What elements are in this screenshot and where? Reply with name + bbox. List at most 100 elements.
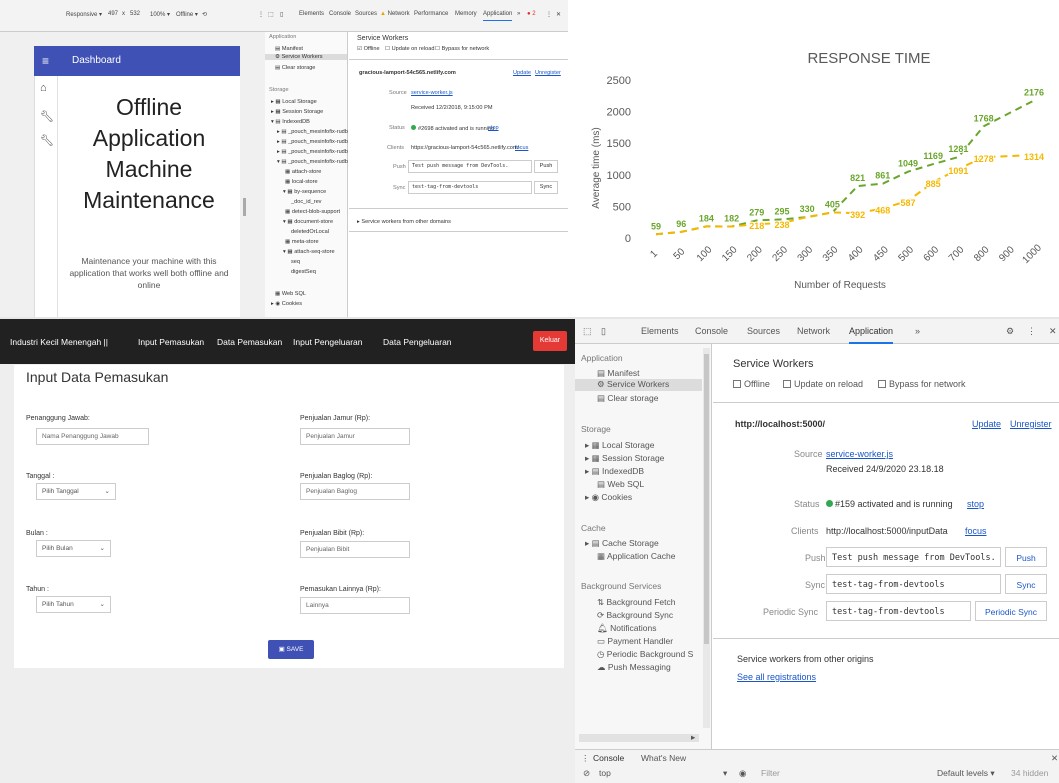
sidebar-item-cache-storage[interactable]: ▸ ▤ Cache Storage [585, 538, 659, 549]
zoom-select[interactable]: 100% ▾ [150, 11, 170, 18]
stop-link[interactable]: stop [488, 125, 499, 131]
periodic-sync-input[interactable]: test-tag-from-devtools [826, 601, 971, 621]
sidebar-item-notifications[interactable]: 🔔︎ Notifications [597, 623, 656, 634]
tanggal-select[interactable]: Pilih Tanggal ⌄ [36, 483, 116, 500]
tab-elements[interactable]: Elements [299, 11, 324, 17]
sidebar-tree-item[interactable]: ▾ ▦ document-store [283, 219, 333, 225]
sidebar-item-local-storage[interactable]: ▸ ▦ Local Storage [585, 440, 654, 451]
other-domains-toggle[interactable]: ▸ Service workers from other domains [357, 219, 451, 225]
sync-input[interactable]: test-tag-from-devtools [826, 574, 1001, 594]
sidebar-tree-item[interactable]: ▸ ▦ Session Storage [271, 109, 323, 115]
bypass-network-checkbox[interactable]: Bypass for network [878, 379, 966, 389]
sidebar-item-service-workers[interactable]: ⚙ Service Workers [265, 54, 347, 60]
rotate-icon[interactable]: ⟲ [202, 11, 207, 18]
sidebar-item-clear-storage[interactable]: ▤ Clear storage [597, 393, 658, 404]
tab-application[interactable]: Application [483, 11, 513, 21]
sidebar-item-cookies[interactable]: ▸ ◉ Cookies [585, 492, 632, 503]
sidebar-item-service-workers[interactable]: ⚙ Service Workers [575, 379, 702, 391]
nav-link-data-pemasukan[interactable]: Data Pemasukan [217, 337, 282, 347]
sidebar-tree-item[interactable]: ▾ ▤ _pouch_mesinfofix-rudb [277, 159, 348, 165]
pemasukan-lainnya-input[interactable]: Lainnya [300, 597, 410, 614]
drawer-tab-whats-new[interactable]: What's New [641, 753, 686, 763]
nav-link-input-pemasukan[interactable]: Input Pemasukan [138, 337, 204, 347]
home-icon[interactable]: ⌂ [40, 82, 47, 94]
drawer-tab-console[interactable]: Console [593, 753, 624, 763]
drawer-menu-icon[interactable]: ⋮ [581, 753, 590, 764]
context-select[interactable]: top [599, 768, 611, 778]
sidebar-tree-item[interactable]: ▦ detect-blob-support [285, 209, 340, 215]
penjualan-bibit-input[interactable]: Penjualan Bibit [300, 541, 410, 558]
sidebar-tree-item[interactable]: ▦ attach-store [285, 169, 321, 175]
sidebar-item-periodic-background-sync[interactable]: ◷ Periodic Background S [597, 649, 693, 660]
sidebar-scroll-thumb[interactable] [704, 354, 709, 644]
logout-button[interactable]: Keluar [533, 331, 567, 351]
sidebar-item-indexeddb[interactable]: ▸ ▤ IndexedDB [585, 466, 644, 477]
sidebar-tree-item[interactable]: ▾ ▦ attach-seq-store [283, 249, 335, 255]
nav-link-input-pengeluaran[interactable]: Input Pengeluaran [293, 337, 362, 347]
clear-console-icon[interactable]: ⊘ [583, 768, 590, 779]
kebab-icon[interactable]: ⋮ [546, 11, 552, 18]
source-link[interactable]: service-worker.js [826, 449, 893, 459]
close-drawer-icon[interactable]: ✕ [1051, 753, 1058, 764]
sidebar-item-payment-handler[interactable]: ▭ Payment Handler [597, 636, 673, 647]
viewport-height[interactable]: 532 [130, 11, 140, 17]
resize-handle[interactable] [243, 198, 246, 216]
levels-select[interactable]: Default levels ▾ [937, 768, 995, 779]
sidebar-tree-item[interactable]: seq [291, 259, 300, 265]
eye-icon[interactable]: ◉ [739, 768, 746, 779]
sidebar-tree-item[interactable]: digestSeq [291, 269, 316, 275]
sidebar-item-web-sql[interactable]: ▤ Web SQL [597, 479, 644, 490]
sync-input[interactable]: test-tag-from-devtools [408, 181, 532, 194]
scroll-right-icon[interactable]: ▸ [691, 732, 695, 743]
more-tabs[interactable]: » [517, 11, 520, 17]
tab-console[interactable]: Console [695, 326, 728, 336]
wrench-icon[interactable]: 🔧︎ [40, 110, 54, 123]
sidebar-tree-item[interactable]: ▾ ▤ IndexedDB [271, 119, 310, 125]
wrench-icon[interactable]: 🔧︎ [40, 134, 54, 147]
tab-application[interactable]: Application [849, 326, 894, 344]
sidebar-tree-item[interactable]: ▾ ▦ by-sequence [283, 189, 326, 195]
update-link[interactable]: Update [972, 419, 1001, 429]
save-button[interactable]: ▣ SAVE [268, 640, 314, 659]
hamburger-icon[interactable]: ≡ [42, 54, 49, 68]
penjualan-baglog-input[interactable]: Penjualan Baglog [300, 483, 410, 500]
inspect-icon[interactable]: ⬚ [583, 326, 592, 337]
viewport-width[interactable]: 497 [108, 11, 118, 17]
close-icon[interactable]: ✕ [1049, 326, 1057, 337]
tab-sources[interactable]: Sources [747, 326, 780, 336]
menu-icon[interactable]: ⋮ [258, 11, 264, 18]
update-on-reload-checkbox[interactable]: Update on reload [783, 379, 863, 389]
offline-checkbox[interactable]: Offline [733, 379, 770, 389]
push-button[interactable]: Push [534, 160, 558, 173]
unregister-link[interactable]: Unregister [535, 70, 561, 76]
sync-button[interactable]: Sync [1005, 574, 1047, 594]
see-all-registrations-link[interactable]: See all registrations [737, 672, 816, 682]
horizontal-scrollbar[interactable] [579, 734, 699, 742]
bulan-select[interactable]: Pilih Bulan ⌄ [36, 540, 111, 557]
sidebar-tree-item[interactable]: ▦ local-store [285, 179, 318, 185]
navbar-brand[interactable]: Industri Kecil Menengah || [10, 337, 108, 347]
periodic-sync-button[interactable]: Periodic Sync [975, 601, 1047, 621]
gear-icon[interactable]: ⚙ [1006, 326, 1014, 337]
inspect-icon[interactable]: ⬚ [268, 11, 274, 18]
penjualan-jamur-input[interactable]: Penjualan Jamur [300, 428, 410, 445]
sidebar-item-session-storage[interactable]: ▸ ▦ Session Storage [585, 453, 664, 464]
source-link[interactable]: service-worker.js [411, 90, 453, 96]
update-link[interactable]: Update [513, 70, 531, 76]
bypass-network-checkbox[interactable]: ☐ Bypass for network [435, 46, 489, 52]
device-toggle-icon[interactable]: ▯ [280, 11, 283, 18]
unregister-link[interactable]: Unregister [1010, 419, 1052, 429]
sidebar-item-application-cache[interactable]: ▦ Application Cache [597, 551, 675, 562]
filter-input[interactable]: Filter [761, 768, 780, 778]
sidebar-item-clear-storage[interactable]: ▤ Clear storage [275, 65, 315, 71]
tab-memory[interactable]: Memory [455, 11, 477, 17]
close-icon[interactable]: ✕ [556, 11, 561, 18]
throttle-select[interactable]: Offline ▾ [176, 11, 198, 18]
tab-console[interactable]: Console [329, 11, 351, 17]
kebab-icon[interactable]: ⋮ [1027, 326, 1036, 337]
sidebar-tree-item[interactable]: deletedOrLocal [291, 229, 329, 235]
device-toggle-icon[interactable]: ▯ [601, 326, 606, 337]
sidebar-tree-item[interactable]: ▦ Web SQL [275, 291, 306, 297]
update-on-reload-checkbox[interactable]: ☐ Update on reload [385, 46, 435, 52]
tahun-select[interactable]: Pilih Tahun ⌄ [36, 596, 111, 613]
